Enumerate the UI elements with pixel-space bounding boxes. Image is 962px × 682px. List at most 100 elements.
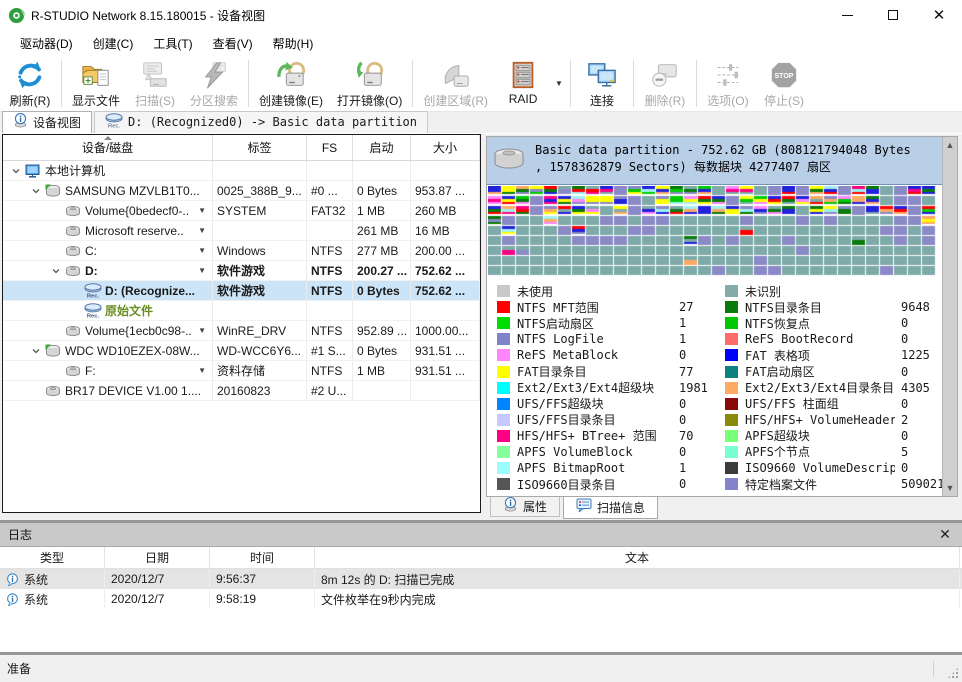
fs-cell: FAT32 xyxy=(307,201,353,221)
tree-row-0[interactable]: 本地计算机 xyxy=(3,161,480,181)
legend-swatch xyxy=(497,285,510,297)
legend-swatch xyxy=(497,301,510,313)
label-cell: 20160823 xyxy=(213,381,307,401)
raid-dropdown-arrow-icon[interactable]: ▼ xyxy=(551,56,567,111)
mount-dropdown-icon[interactable]: ▼ xyxy=(198,246,208,255)
open-image-label: 打开镜像(O) xyxy=(337,92,402,109)
legend-label: UFS/FFS目录条目 xyxy=(517,411,616,428)
raid-button[interactable]: RAID xyxy=(495,56,551,111)
open-image-button[interactable]: 打开镜像(O) xyxy=(330,56,409,111)
delete-label: 删除(R) xyxy=(645,92,686,109)
maximize-button[interactable] xyxy=(870,0,916,30)
volume-icon xyxy=(63,203,83,219)
tree-row-9[interactable]: WDC WD10EZEX-08W...WD-WCC6Y6...#1 S...0 … xyxy=(3,341,480,361)
tree-row-8[interactable]: Volume{1ecb0c98-..▼WinRE_DRVNTFS952.89 .… xyxy=(3,321,480,341)
boot-cell: 0 Bytes xyxy=(353,181,411,201)
menu-item-2[interactable]: 工具(T) xyxy=(143,31,202,56)
show-files-button[interactable]: 显示文件 xyxy=(65,56,127,111)
toolbar-separator xyxy=(570,60,571,107)
legend-swatch xyxy=(725,382,738,394)
fs-cell: NTFS xyxy=(307,261,353,281)
column-header-0[interactable]: 设备/磁盘 xyxy=(3,135,213,160)
scaninfo-icon xyxy=(576,498,592,516)
create-image-button[interactable]: 创建镜像(E) xyxy=(252,56,330,111)
legend-label: NTFS MFT范围 xyxy=(517,299,599,316)
expand-chevron-icon[interactable] xyxy=(29,346,43,356)
boot-cell: 0 Bytes xyxy=(353,341,411,361)
refresh-button[interactable]: 刷新(R) xyxy=(2,56,58,111)
log-row-1[interactable]: 系统2020/12/79:58:19文件枚举在9秒内完成 xyxy=(0,589,962,609)
log-close-icon[interactable]: ✕ xyxy=(936,526,954,543)
view-tab-device-view[interactable]: 设备视图 xyxy=(2,111,92,133)
tree-row-4[interactable]: C:▼WindowsNTFS277 MB200.00 ... xyxy=(3,241,480,261)
tree-row-6[interactable]: Rec.D: (Recognize...软件游戏NTFS0 Bytes752.6… xyxy=(3,281,480,301)
menu-item-4[interactable]: 帮助(H) xyxy=(263,31,324,56)
title-bar: R-STUDIO Network 8.15.180015 - 设备视图 ✕ xyxy=(0,0,962,30)
tree-row-2[interactable]: Volume{0bedecf0-..▼SYSTEMFAT321 MB260 MB xyxy=(3,201,480,221)
scroll-down-arrow[interactable]: ▼ xyxy=(943,480,958,496)
main-area: 设备/磁盘标签FS启动大小 本地计算机SAMSUNG MZVLB1T0...00… xyxy=(0,134,962,520)
scroll-up-arrow[interactable]: ▲ xyxy=(943,137,958,153)
mount-dropdown-icon[interactable]: ▼ xyxy=(198,226,208,235)
scan-panel-scrollbar[interactable]: ▲ ▼ xyxy=(942,137,957,496)
log-panel: 日志 ✕ 类型日期时间文本 系统2020/12/79:56:378m 12s 的… xyxy=(0,520,962,655)
menu-item-0[interactable]: 驱动器(D) xyxy=(10,31,83,56)
expand-chevron-icon[interactable] xyxy=(29,186,43,196)
log-row-0[interactable]: 系统2020/12/79:56:378m 12s 的 D: 扫描已完成 xyxy=(0,569,962,589)
tree-row-5[interactable]: D:▼软件游戏NTFS200.27 ...752.62 ... xyxy=(3,261,480,281)
log-cell-text: 系统 xyxy=(24,571,48,588)
legend-swatch xyxy=(497,382,510,394)
legend-swatch xyxy=(725,462,738,474)
menu-item-1[interactable]: 创建(C) xyxy=(83,31,144,56)
expand-chevron-icon[interactable] xyxy=(9,166,23,176)
svg-text:Rec.: Rec. xyxy=(108,124,120,130)
view-tab-label: D: (Recognized0) -> Basic data partition xyxy=(128,115,417,129)
legend-swatch xyxy=(725,478,738,490)
fs-cell: #0 ... xyxy=(307,181,353,201)
minimize-button[interactable] xyxy=(824,0,870,30)
legend-swatch xyxy=(497,430,510,442)
scan-block-map[interactable] xyxy=(488,186,938,276)
mount-dropdown-icon[interactable]: ▼ xyxy=(198,366,208,375)
tree-row-3[interactable]: Microsoft reserve..▼261 MB16 MB xyxy=(3,221,480,241)
info-tab-properties[interactable]: 属性 xyxy=(490,497,560,517)
label-cell: WinRE_DRV xyxy=(213,321,307,341)
window-title: R-STUDIO Network 8.15.180015 - 设备视图 xyxy=(31,7,824,24)
mount-dropdown-icon[interactable]: ▼ xyxy=(198,326,208,335)
legend-count: 0 xyxy=(673,397,725,411)
boot-cell xyxy=(353,161,411,181)
connect-button[interactable]: 连接 xyxy=(574,56,630,111)
mount-dropdown-icon[interactable]: ▼ xyxy=(198,206,208,215)
info-tab-scan-information[interactable]: 扫描信息 xyxy=(563,497,658,519)
column-header-4[interactable]: 大小 xyxy=(411,135,480,160)
column-header-1[interactable]: 标签 xyxy=(213,135,307,160)
menu-item-3[interactable]: 查看(V) xyxy=(203,31,263,56)
info-bubble-icon xyxy=(6,593,19,606)
size-cell: 200.00 ... xyxy=(411,241,480,261)
legend-count: 1 xyxy=(673,461,725,475)
connect-label: 连接 xyxy=(590,92,614,109)
volume-icon xyxy=(63,263,83,279)
log-column-header-2[interactable]: 时间 xyxy=(210,547,315,568)
tree-row-7[interactable]: Rec.原始文件 xyxy=(3,301,480,321)
view-tab-recognized-partition[interactable]: Rec. D: (Recognized0) -> Basic data parti… xyxy=(94,111,428,133)
column-header-3[interactable]: 启动 xyxy=(353,135,411,160)
column-header-2[interactable]: FS xyxy=(307,135,353,160)
boot-cell: 1 MB xyxy=(353,361,411,381)
log-column-header-3[interactable]: 文本 xyxy=(315,547,960,568)
log-cell-text: 8m 12s 的 D: 扫描已完成 xyxy=(321,571,454,588)
scan-info-panel: Basic data partition - 752.62 GB (808121… xyxy=(486,136,958,497)
tree-row-11[interactable]: BR17 DEVICE V1.00 1....20160823#2 U... xyxy=(3,381,480,401)
info-tab-label: 扫描信息 xyxy=(597,499,645,516)
log-column-header-0[interactable]: 类型 xyxy=(0,547,105,568)
mount-dropdown-icon[interactable]: ▼ xyxy=(198,266,208,275)
tree-row-1[interactable]: SAMSUNG MZVLB1T0...0025_388B_9...#0 ...0… xyxy=(3,181,480,201)
svg-text:Rec.: Rec. xyxy=(87,314,100,320)
log-column-header-1[interactable]: 日期 xyxy=(105,547,210,568)
log-header-row: 类型日期时间文本 xyxy=(0,547,962,569)
legend-label: Ext2/Ext3/Ext4超级块 xyxy=(517,379,654,396)
tree-row-10[interactable]: F:▼资料存储NTFS1 MB931.51 ... xyxy=(3,361,480,381)
expand-chevron-icon[interactable] xyxy=(49,266,63,276)
device-name: SAMSUNG MZVLB1T0... xyxy=(65,184,200,198)
close-button[interactable]: ✕ xyxy=(916,0,962,30)
